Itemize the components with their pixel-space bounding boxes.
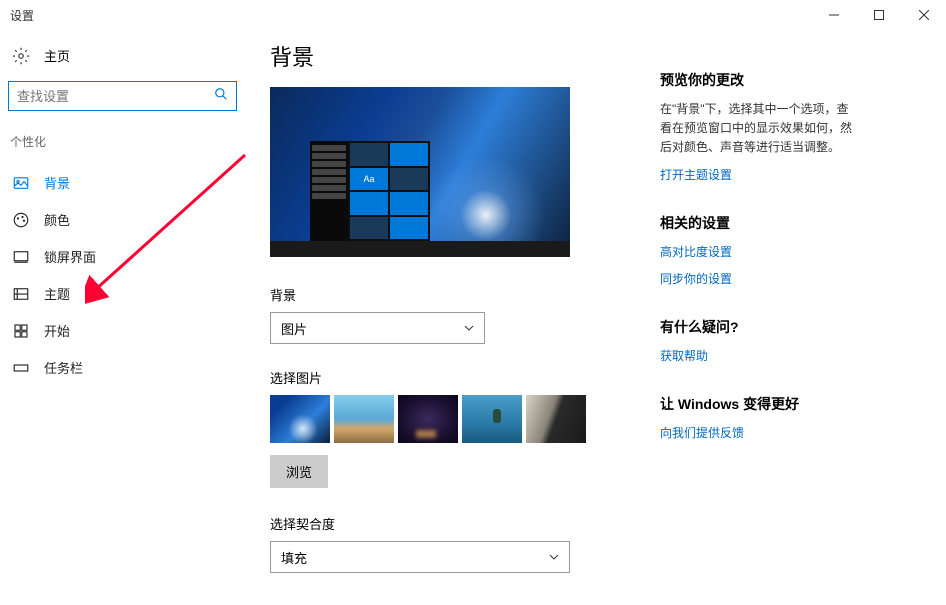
picture-icon	[12, 174, 30, 192]
themes-icon	[12, 285, 30, 303]
close-button[interactable]	[901, 0, 946, 30]
sidebar: 主页 个性化 背景 颜色 锁屏界面 主题 开始 任务栏	[0, 30, 245, 605]
maximize-button[interactable]	[856, 0, 901, 30]
nav-background[interactable]: 背景	[8, 164, 237, 201]
main-panel: 背景 Aa 背景 图片 选择图片	[270, 40, 600, 605]
nav-lockscreen[interactable]: 锁屏界面	[8, 238, 237, 275]
chevron-down-icon	[464, 323, 474, 333]
search-input[interactable]	[8, 81, 237, 111]
chevron-down-icon	[549, 552, 559, 562]
section-label: 个性化	[8, 133, 237, 150]
desktop-preview: Aa	[270, 87, 570, 257]
thumbnail-5[interactable]	[526, 395, 586, 443]
search-field[interactable]	[17, 89, 214, 104]
monitor-icon	[12, 248, 30, 266]
thumbnail-1[interactable]	[270, 395, 330, 443]
get-help-link[interactable]: 获取帮助	[660, 347, 855, 364]
page-title: 背景	[270, 40, 600, 72]
aside-related-title: 相关的设置	[660, 213, 855, 233]
feedback-link[interactable]: 向我们提供反馈	[660, 424, 855, 441]
preview-sample-text: Aa	[350, 168, 388, 191]
dropdown-value: 填充	[281, 548, 307, 567]
fit-label: 选择契合度	[270, 514, 600, 533]
minimize-button[interactable]	[811, 0, 856, 30]
palette-icon	[12, 211, 30, 229]
background-dropdown[interactable]: 图片	[270, 312, 485, 344]
nav-start[interactable]: 开始	[8, 312, 237, 349]
background-label: 背景	[270, 285, 600, 304]
browse-button[interactable]: 浏览	[270, 455, 328, 488]
fit-dropdown[interactable]: 填充	[270, 541, 570, 573]
titlebar: 设置	[0, 0, 946, 30]
aside-preview-title: 预览你的更改	[660, 70, 855, 90]
aside-help-title: 有什么疑问?	[660, 317, 855, 337]
window-title: 设置	[10, 7, 34, 24]
nav-colors[interactable]: 颜色	[8, 201, 237, 238]
nav-label: 锁屏界面	[44, 247, 96, 266]
start-icon	[12, 322, 30, 340]
choose-picture-label: 选择图片	[270, 368, 600, 387]
nav-label: 任务栏	[44, 358, 83, 377]
aside-panel: 预览你的更改 在"背景"下，选择其中一个选项，查看在预览窗口中的显示效果如何，然…	[660, 40, 855, 605]
nav-label: 背景	[44, 173, 70, 192]
aside-feedback-title: 让 Windows 变得更好	[660, 394, 855, 414]
home-label: 主页	[44, 46, 70, 65]
nav-taskbar[interactable]: 任务栏	[8, 349, 237, 386]
nav-themes[interactable]: 主题	[8, 275, 237, 312]
picture-thumbnails	[270, 395, 600, 443]
taskbar-icon	[12, 359, 30, 377]
open-theme-settings-link[interactable]: 打开主题设置	[660, 166, 855, 183]
sync-settings-link[interactable]: 同步你的设置	[660, 270, 855, 287]
nav-label: 主题	[44, 284, 70, 303]
search-icon	[214, 87, 228, 106]
dropdown-value: 图片	[281, 319, 307, 338]
nav-label: 开始	[44, 321, 70, 340]
nav-label: 颜色	[44, 210, 70, 229]
thumbnail-4[interactable]	[462, 395, 522, 443]
thumbnail-2[interactable]	[334, 395, 394, 443]
thumbnail-3[interactable]	[398, 395, 458, 443]
aside-preview-text: 在"背景"下，选择其中一个选项，查看在预览窗口中的显示效果如何，然后对颜色、声音…	[660, 100, 855, 158]
high-contrast-link[interactable]: 高对比度设置	[660, 243, 855, 260]
home-link[interactable]: 主页	[8, 40, 237, 71]
gear-icon	[12, 47, 30, 65]
